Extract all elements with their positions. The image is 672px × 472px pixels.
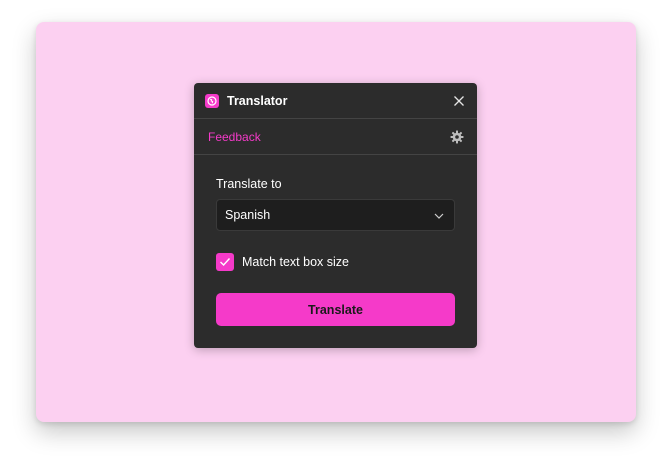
- gear-icon[interactable]: [449, 129, 465, 145]
- chevron-down-icon: [434, 206, 444, 224]
- canvas-background: Translator Feedback Translate to Spanish…: [36, 22, 636, 422]
- translator-plugin-window: Translator Feedback Translate to Spanish…: [194, 83, 477, 348]
- language-select[interactable]: Spanish: [216, 199, 455, 231]
- match-size-checkbox[interactable]: [216, 253, 234, 271]
- checkmark-icon: [220, 258, 231, 267]
- window-title: Translator: [227, 93, 288, 108]
- form-body: Translate to Spanish Match text box size: [194, 155, 477, 326]
- match-size-option[interactable]: Match text box size: [216, 253, 455, 271]
- match-size-label: Match text box size: [242, 255, 349, 269]
- translate-button[interactable]: Translate: [216, 293, 455, 326]
- language-select-value: Spanish: [225, 208, 271, 222]
- feedback-link[interactable]: Feedback: [208, 130, 449, 144]
- close-icon[interactable]: [451, 93, 467, 109]
- globe-icon: [205, 93, 219, 108]
- toolbar: Feedback: [194, 119, 477, 155]
- title-bar: Translator: [194, 83, 477, 119]
- translate-to-label: Translate to: [216, 177, 282, 191]
